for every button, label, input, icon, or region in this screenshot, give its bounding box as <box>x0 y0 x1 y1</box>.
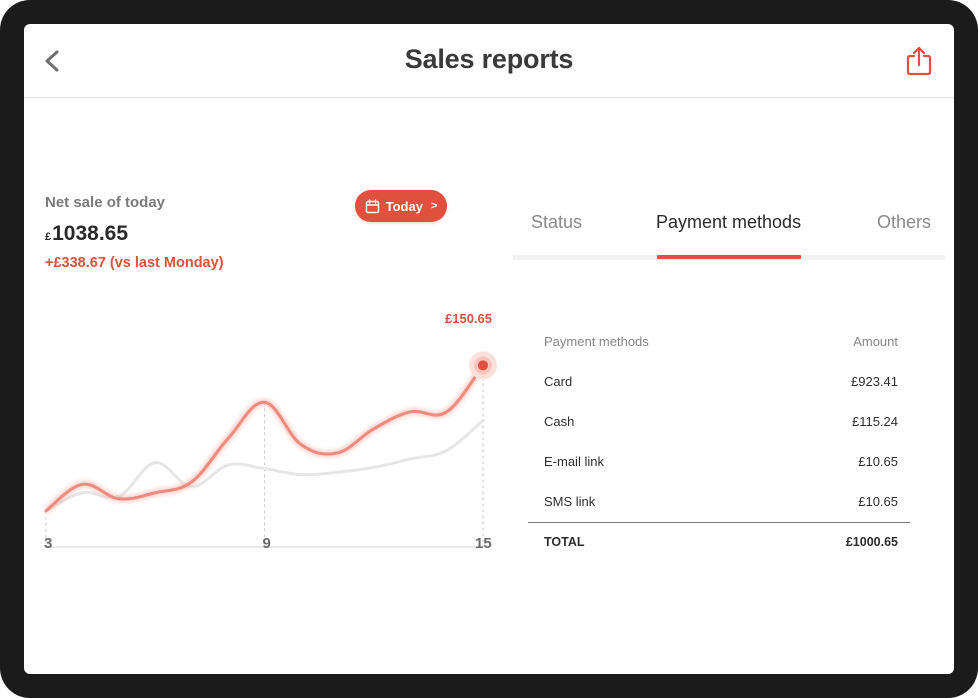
total-amount: £1000.65 <box>845 535 898 549</box>
net-sale-amount: 1038.65 <box>52 222 129 245</box>
amount-cell: £10.65 <box>858 494 898 509</box>
net-sale-value: £1038.65 <box>45 222 128 246</box>
peak-value-label: £150.65 <box>445 311 492 326</box>
tab-status[interactable]: Status <box>531 212 582 233</box>
tab-others[interactable]: Others <box>877 212 931 233</box>
column-header-method: Payment methods <box>544 334 649 349</box>
x-tick-label: 3 <box>44 535 53 552</box>
screen: Sales reports Net sale of today £1038.65… <box>24 24 954 674</box>
top-bar: Sales reports <box>24 24 954 98</box>
page-title: Sales reports <box>404 44 574 74</box>
tab-payment-methods[interactable]: Payment methods <box>656 212 801 233</box>
amount-cell: £115.24 <box>851 414 898 429</box>
calendar-icon <box>365 198 379 213</box>
peak-point <box>478 360 488 371</box>
tablet-frame: Sales reports Net sale of today £1038.65… <box>0 0 978 698</box>
total-label: TOTAL <box>544 535 585 549</box>
active-tab-indicator <box>657 255 801 259</box>
column-header-amount: Amount <box>853 334 898 349</box>
table-total-row: TOTAL £1000.65 <box>528 522 910 563</box>
amount-cell: £10.65 <box>858 454 898 469</box>
currency-symbol: £ <box>45 231 52 243</box>
table-row: Cash £115.24 <box>528 402 910 442</box>
sales-line-chart <box>44 351 497 548</box>
payment-method-cell: E-mail link <box>544 454 604 469</box>
report-tabs: Status Payment methods Others <box>513 194 945 260</box>
table-header-row: Payment methods Amount <box>528 322 910 362</box>
payment-method-cell: Cash <box>544 414 575 429</box>
amount-cell: £923.41 <box>851 374 898 389</box>
x-tick-label: 15 <box>475 535 492 552</box>
table-row: E-mail link £10.65 <box>528 442 910 482</box>
chevron-right-icon: > <box>430 200 438 212</box>
period-label: Today <box>385 198 423 214</box>
net-sale-change: +£338.67 (vs last Monday) <box>45 255 224 271</box>
payment-method-cell: Card <box>544 374 573 389</box>
table-row: Card £923.41 <box>528 362 910 402</box>
x-tick-label: 9 <box>262 535 271 552</box>
share-button[interactable] <box>903 44 935 78</box>
share-icon <box>906 46 932 76</box>
table-row: SMS link £10.65 <box>528 482 910 522</box>
payment-method-cell: SMS link <box>544 494 596 509</box>
payment-methods-table: Payment methods Amount Card £923.41 Cash… <box>528 322 910 563</box>
period-selector-button[interactable]: Today > <box>355 190 447 222</box>
net-sale-label: Net sale of today <box>45 194 166 211</box>
